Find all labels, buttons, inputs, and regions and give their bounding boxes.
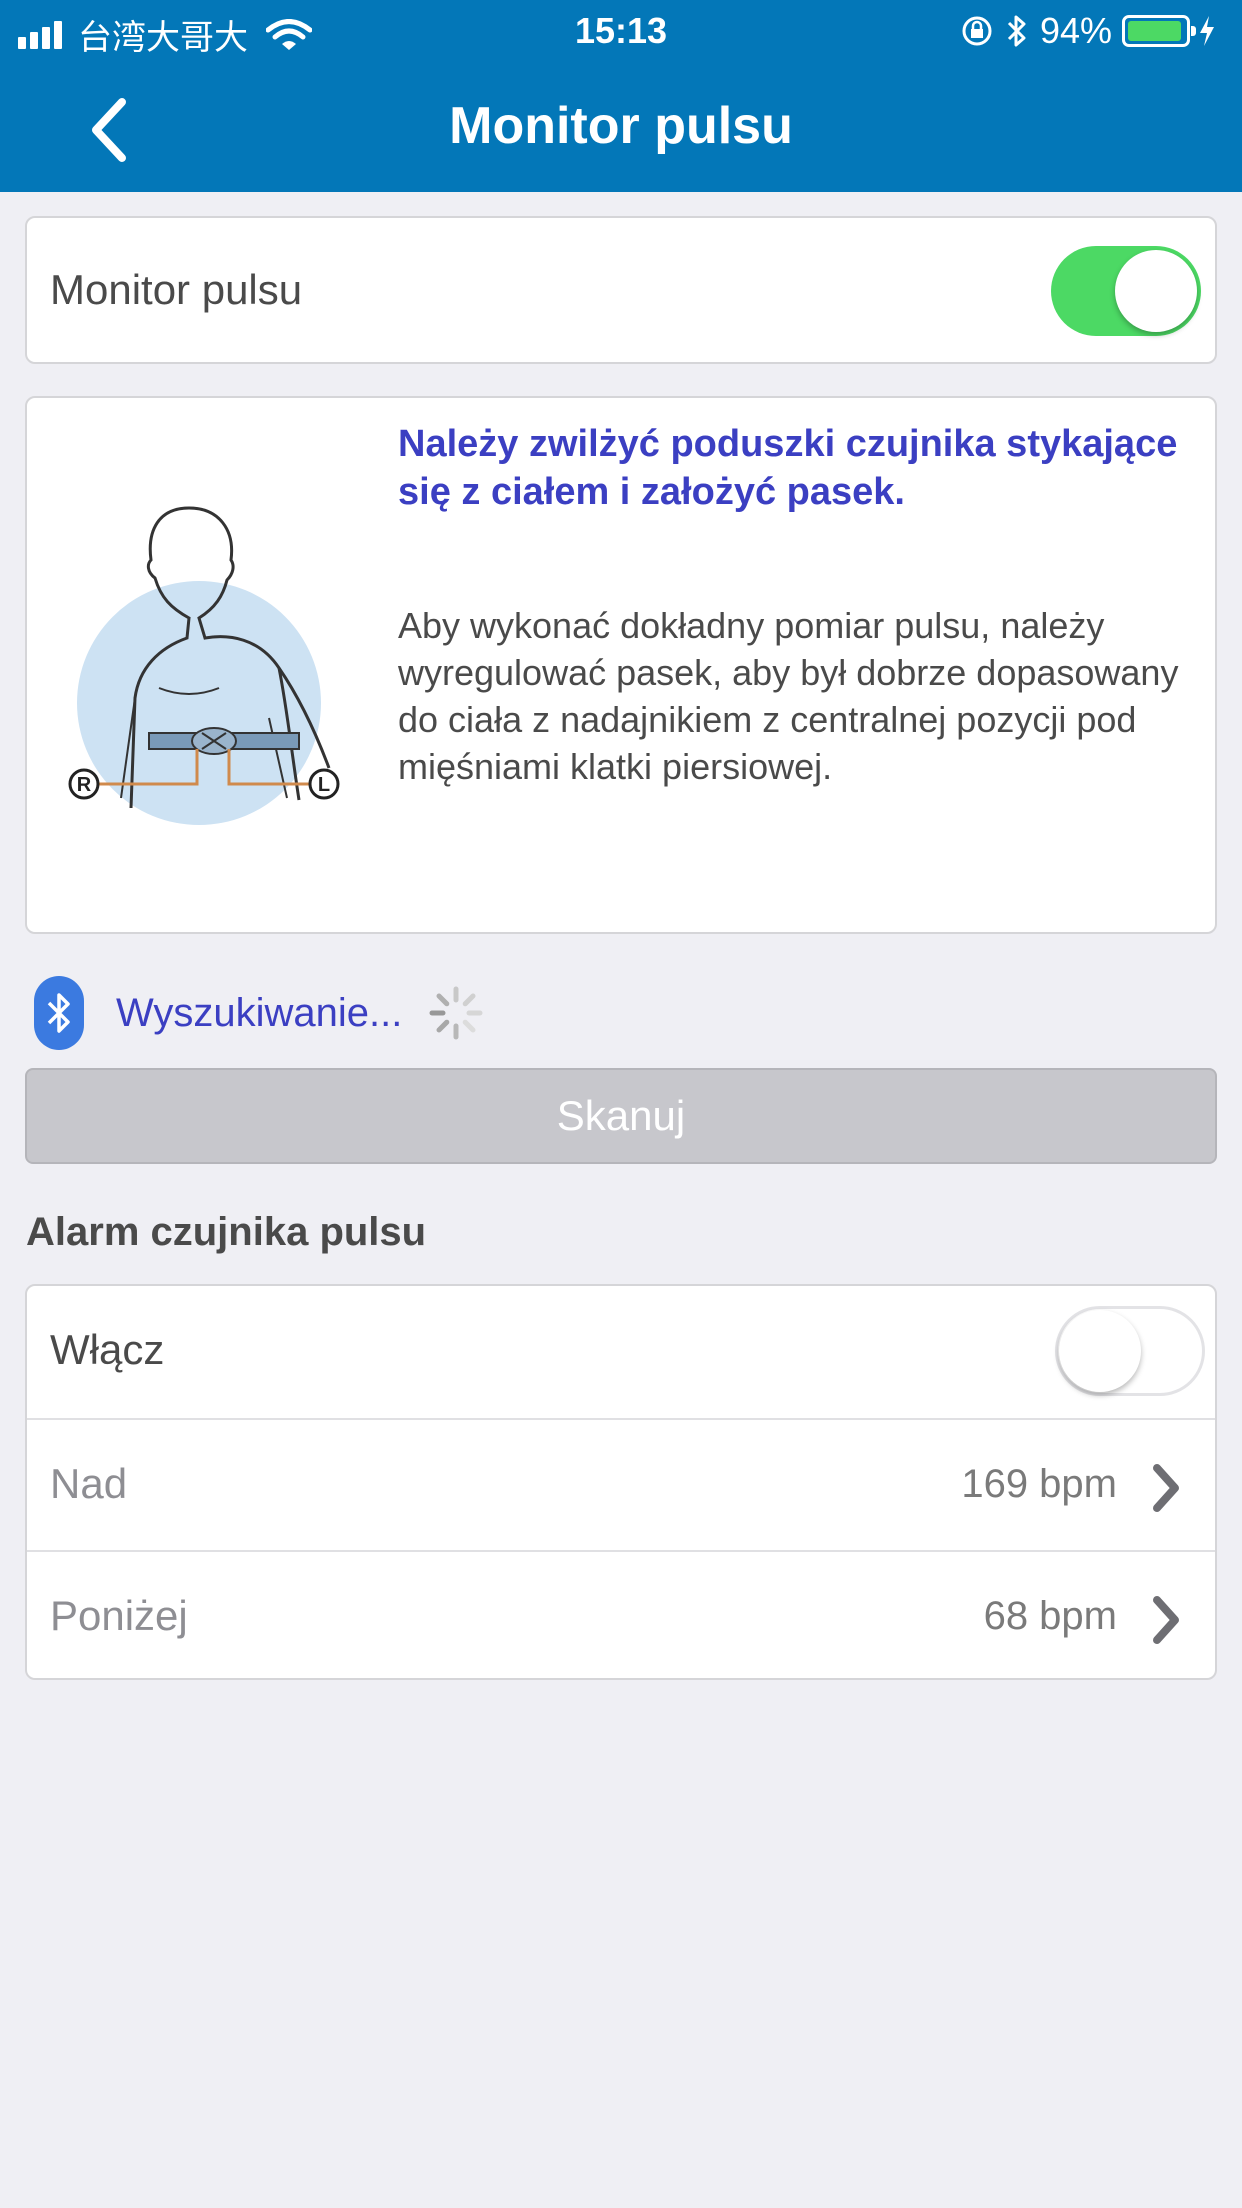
battery-icon (1122, 15, 1196, 47)
alarm-above-value: 169 bpm (961, 1462, 1117, 1506)
alarm-below-row[interactable]: Poniżej 68 bpm (27, 1550, 1215, 1682)
charging-icon (1200, 16, 1214, 46)
chevron-right-icon (1153, 1464, 1179, 1512)
monitor-card: Monitor pulsu (25, 216, 1217, 364)
bluetooth-status-icon (1007, 15, 1026, 47)
header-bar: 台湾大哥大 15:13 94% Monitor pulsu (0, 0, 1242, 192)
info-card: R L Należy zwilżyć poduszki czujnika sty… (25, 396, 1217, 934)
monitor-label: Monitor pulsu (50, 266, 303, 313)
alarm-card: Włącz Nad 169 bpm Poniżej 68 bpm (25, 1284, 1217, 1680)
alarm-below-label: Poniżej (50, 1592, 188, 1639)
toggle-knob (1059, 1310, 1141, 1392)
alarm-enable-row: Włącz (27, 1286, 1215, 1418)
chevron-right-icon (1153, 1596, 1179, 1644)
loading-spinner-icon (429, 986, 483, 1040)
orientation-lock-icon (962, 16, 992, 46)
alarm-above-row[interactable]: Nad 169 bpm (27, 1418, 1215, 1550)
toggle-knob (1115, 250, 1197, 332)
battery-percent: 94% (1039, 10, 1112, 51)
bluetooth-icon (34, 976, 84, 1050)
monitor-toggle[interactable] (1051, 246, 1201, 336)
scan-button[interactable]: Skanuj (25, 1068, 1217, 1164)
search-status: Wyszukiwanie... (116, 990, 403, 1035)
alarm-enable-label: Włącz (50, 1326, 165, 1373)
alarm-section-title: Alarm czujnika pulsu (26, 1210, 427, 1254)
page-title: Monitor pulsu (449, 97, 793, 155)
info-body: Aby wykonać dokładny pomiar pulsu, należ… (398, 605, 1179, 787)
alarm-above-label: Nad (50, 1460, 128, 1507)
chest-strap-illustration-icon: R L (68, 506, 340, 825)
status-bar: 台湾大哥大 15:13 94% (0, 0, 1242, 62)
alarm-below-value: 68 bpm (983, 1594, 1117, 1638)
info-heading: Należy zwilżyć poduszki czujnika stykają… (398, 423, 1178, 513)
strap-right-label: R (77, 774, 92, 796)
bluetooth-status-row: Wyszukiwanie... (34, 976, 486, 1050)
alarm-enable-toggle[interactable] (1055, 1306, 1205, 1396)
strap-left-label: L (318, 774, 330, 796)
